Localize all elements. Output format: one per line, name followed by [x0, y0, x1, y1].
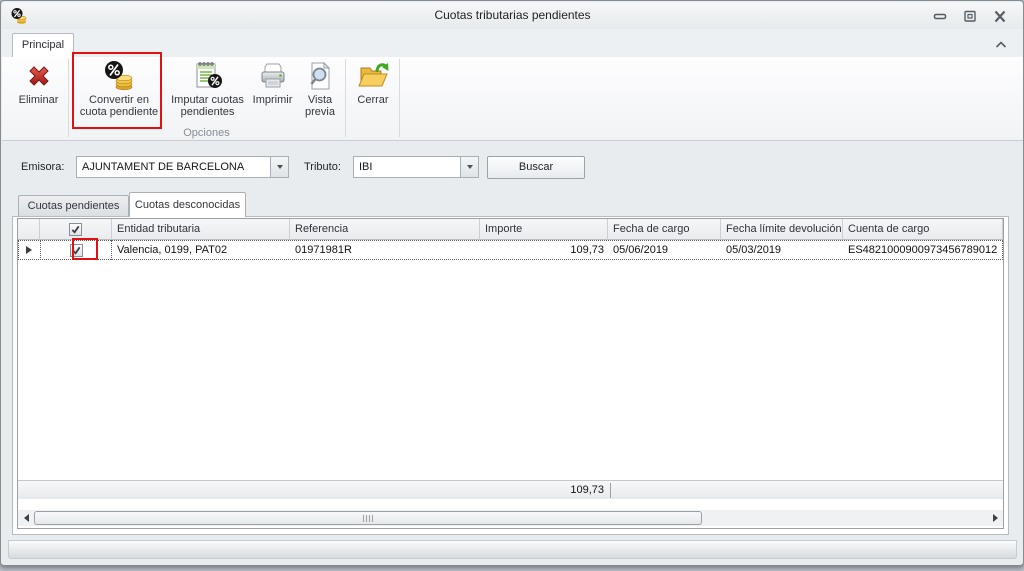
printer-icon	[261, 63, 284, 88]
chevron-down-icon	[466, 165, 473, 169]
cell-referencia[interactable]: 01971981R	[290, 240, 480, 260]
ribbon-button-label: Imprimir	[252, 94, 293, 106]
ribbon-button-label: Imputar cuotas pendientes	[171, 94, 244, 118]
row-focus-arrow-icon	[26, 246, 32, 254]
scroll-right-button[interactable]	[987, 510, 1003, 526]
highlight-box-convertir	[72, 52, 162, 129]
select-all-checkbox[interactable]	[69, 222, 82, 236]
thumb-grip-icon	[369, 514, 370, 522]
tab-content-panel: Entidad tributaria Referencia Importe Fe…	[12, 216, 1009, 535]
ribbon-button-label: Eliminar	[18, 94, 59, 106]
scroll-left-button[interactable]	[18, 510, 34, 526]
vista-previa-button[interactable]: Vista previa	[296, 58, 344, 126]
arrow-left-icon	[23, 514, 29, 522]
window-title: Cuotas tributarias pendientes	[434, 8, 591, 22]
cell-importe[interactable]: 109,73	[480, 240, 608, 260]
thumb-grip-icon	[372, 514, 373, 522]
ribbon-button-label: Vista previa	[305, 94, 335, 118]
thumb-grip-icon	[366, 514, 367, 522]
column-header-fecha-cargo[interactable]: Fecha de cargo	[608, 219, 721, 240]
emisora-dropdown-button[interactable]	[270, 157, 288, 177]
row-indicator-header	[18, 219, 40, 240]
close-button[interactable]	[991, 9, 1009, 24]
minimize-icon	[933, 13, 947, 20]
chevron-up-icon[interactable]	[993, 38, 1009, 51]
column-header-importe[interactable]: Importe	[480, 219, 608, 240]
summary-column-separator	[610, 483, 611, 498]
impute-pending-notes-icon	[196, 62, 222, 88]
check-icon	[71, 225, 80, 234]
restore-icon	[964, 10, 976, 22]
print-preview-icon	[310, 61, 331, 90]
highlight-box-row-checkbox	[72, 238, 98, 260]
summary-importe-total: 109,73	[570, 484, 604, 496]
emisora-combobox[interactable]: AJUNTAMENT DE BARCELONA	[76, 156, 289, 178]
horizontal-scrollbar[interactable]	[18, 510, 1003, 526]
tributo-label: Tributo:	[304, 161, 341, 173]
tab-cuotas-desconocidas[interactable]: Cuotas desconocidas	[129, 192, 246, 217]
scrollbar-thumb[interactable]	[34, 511, 702, 525]
cell-fecha-limite[interactable]: 05/03/2019	[721, 240, 843, 260]
row-indicator-cell	[18, 240, 40, 260]
status-bar	[8, 540, 1017, 559]
imprimir-button[interactable]: Imprimir	[251, 58, 294, 126]
minimize-button[interactable]	[931, 9, 949, 24]
select-all-column-header[interactable]	[40, 219, 112, 240]
title-bar[interactable]: Cuotas tributarias pendientes	[2, 2, 1023, 29]
cell-cuenta[interactable]: ES4821000900973456789012	[843, 240, 1003, 260]
tributo-combobox[interactable]: IBI	[353, 156, 479, 178]
cell-entidad[interactable]: Valencia, 0199, PAT02	[112, 240, 290, 260]
data-grid: Entidad tributaria Referencia Importe Fe…	[17, 218, 1004, 529]
delete-x-icon	[28, 66, 49, 86]
column-header-fecha-limite[interactable]: Fecha límite devolución	[721, 219, 843, 240]
ribbon-separator	[399, 59, 400, 137]
emisora-value: AJUNTAMENT DE BARCELONA	[82, 161, 245, 173]
grid-header-row: Entidad tributaria Referencia Importe Fe…	[18, 219, 1003, 240]
tributo-value: IBI	[359, 161, 373, 173]
eliminar-button[interactable]: Eliminar	[10, 58, 67, 126]
grid-summary-footer: 109,73	[18, 480, 1003, 499]
emisora-label: Emisora:	[21, 161, 65, 173]
column-header-referencia[interactable]: Referencia	[290, 219, 480, 240]
chevron-down-icon	[276, 165, 283, 169]
tab-cuotas-pendientes[interactable]: Cuotas pendientes	[18, 195, 129, 216]
thumb-grip-icon	[363, 514, 364, 522]
app-window: Cuotas tributarias pendientes Principal …	[0, 0, 1024, 566]
grid-row[interactable]: Valencia, 0199, PAT02 01971981R 109,73 0…	[18, 240, 1003, 260]
close-icon	[994, 10, 1006, 23]
column-header-cuenta[interactable]: Cuenta de cargo	[843, 219, 1003, 240]
ribbon-tab-principal[interactable]: Principal	[12, 33, 74, 57]
buscar-button[interactable]: Buscar	[487, 156, 585, 179]
cerrar-button[interactable]: Cerrar	[349, 58, 397, 126]
tributo-dropdown-button[interactable]	[460, 157, 478, 177]
arrow-right-icon	[992, 514, 998, 522]
cell-fecha-cargo[interactable]: 05/06/2019	[608, 240, 721, 260]
restore-button[interactable]	[961, 9, 979, 24]
close-folder-icon	[358, 63, 389, 87]
ribbon-separator	[68, 59, 69, 137]
column-header-entidad[interactable]: Entidad tributaria	[112, 219, 290, 240]
imputar-cuotas-pendientes-button[interactable]: Imputar cuotas pendientes	[166, 58, 249, 126]
ribbon-button-label: Cerrar	[357, 94, 389, 106]
ribbon-separator	[345, 59, 346, 137]
